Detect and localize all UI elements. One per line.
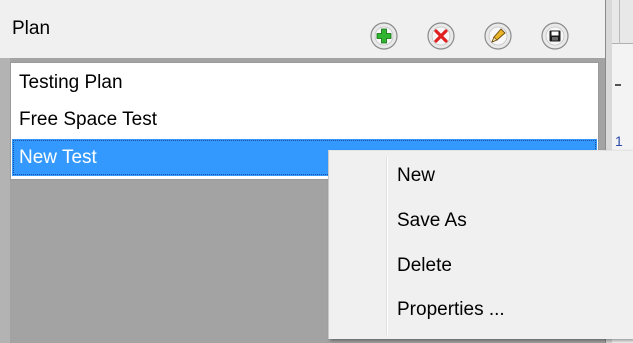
- menu-item-delete[interactable]: Delete: [397, 251, 452, 281]
- save-icon: [541, 22, 569, 50]
- edit-plan-button[interactable]: [483, 21, 513, 51]
- menu-item-properties[interactable]: Properties ...: [397, 295, 505, 325]
- save-plan-button[interactable]: [540, 21, 570, 51]
- right-pane-number: 1: [615, 133, 623, 149]
- right-pane-header: [612, 0, 633, 44]
- list-item[interactable]: Free Space Test: [12, 101, 597, 138]
- menu-item-save-as[interactable]: Save As: [397, 206, 467, 236]
- right-pane-separator: [619, 0, 620, 44]
- menu-gutter: [386, 157, 388, 335]
- menu-item-new[interactable]: New: [397, 161, 435, 191]
- context-menu: New Save As Delete Properties ...: [328, 150, 633, 339]
- delete-icon: [427, 22, 455, 50]
- panel-left-edge: [0, 58, 10, 343]
- add-plan-button[interactable]: [369, 21, 399, 51]
- panel-title: Plan: [12, 18, 51, 39]
- add-icon: [370, 22, 398, 50]
- delete-plan-button[interactable]: [426, 21, 456, 51]
- right-pane-dash: [615, 84, 621, 86]
- edit-icon: [484, 22, 512, 50]
- panel-header: Plan: [0, 0, 612, 58]
- list-item[interactable]: Testing Plan: [12, 64, 597, 101]
